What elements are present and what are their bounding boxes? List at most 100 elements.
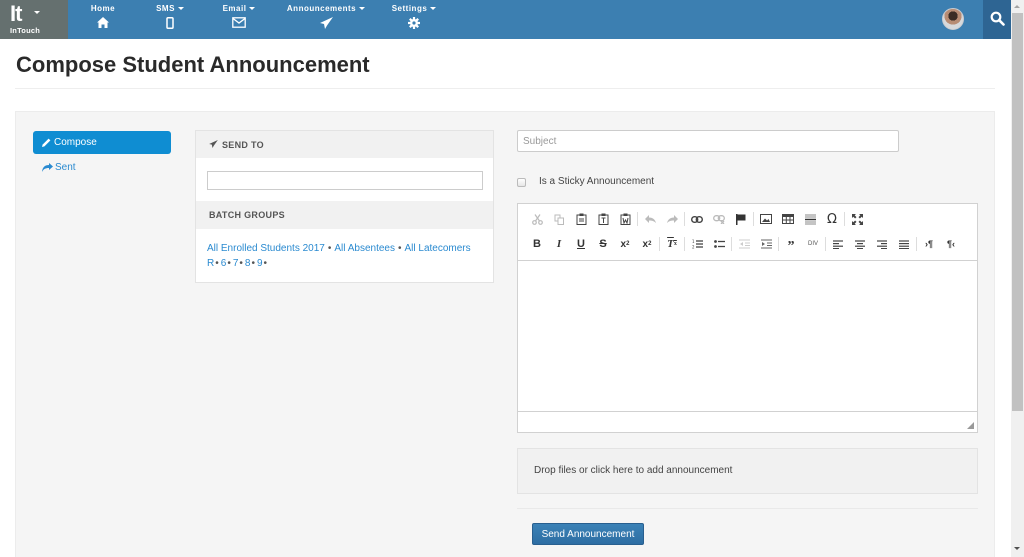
chevron-down-icon <box>177 7 184 11</box>
batch-group-link[interactable]: All Enrolled Students 2017 <box>207 243 325 254</box>
subject-input[interactable] <box>517 130 899 152</box>
separator: • <box>251 258 255 269</box>
nav-email-label: Email <box>222 4 247 13</box>
special-char-omega-icon[interactable]: Ω <box>821 211 843 227</box>
numbered-list-icon[interactable]: 12 <box>686 236 708 252</box>
nav-settings[interactable]: Settings <box>388 0 440 39</box>
send-to-header: SEND TO <box>196 131 493 158</box>
title-divider <box>15 88 995 89</box>
scroll-up-arrow-icon[interactable] <box>1014 5 1020 8</box>
paste-icon[interactable] <box>570 211 592 227</box>
link-icon[interactable] <box>686 211 708 227</box>
nav-home[interactable]: Home <box>86 0 120 39</box>
italic-icon[interactable]: I <box>548 236 570 252</box>
undo-icon[interactable] <box>639 211 661 227</box>
editor-toolbar: Ω B I U S x2 x2 Tx 12 ” DIV ›¶ ¶‹ <box>518 204 977 261</box>
file-dropzone[interactable]: Drop files or click here to add announce… <box>517 448 978 494</box>
toolbar-separator <box>778 237 779 251</box>
batch-groups-header: BATCH GROUPS <box>196 201 493 229</box>
horizontal-line-icon[interactable] <box>799 211 821 227</box>
subscript-icon[interactable]: x2 <box>614 236 636 252</box>
sidebar-item-sent[interactable]: Sent <box>33 158 171 178</box>
nav-announcements[interactable]: Announcements <box>280 0 372 39</box>
separator: • <box>239 258 243 269</box>
batch-group-link[interactable]: 7 <box>233 258 239 269</box>
blockquote-icon[interactable]: ” <box>780 236 802 254</box>
svg-text:2: 2 <box>692 245 695 250</box>
text-direction-ltr-icon[interactable]: ›¶ <box>918 236 940 252</box>
remove-format-icon[interactable]: Tx <box>661 236 683 252</box>
bold-icon[interactable]: B <box>526 236 548 252</box>
strikethrough-icon[interactable]: S <box>592 236 614 252</box>
align-left-icon[interactable] <box>827 236 849 252</box>
batch-group-link[interactable]: All Latecomers <box>405 243 471 254</box>
cut-icon[interactable] <box>526 211 548 227</box>
send-announcement-button[interactable]: Send Announcement <box>532 523 644 545</box>
nav-settings-label: Settings <box>391 4 428 13</box>
text-direction-rtl-icon[interactable]: ¶‹ <box>940 236 962 252</box>
page-scrollbar[interactable] <box>1011 0 1024 557</box>
gear-icon <box>408 17 420 29</box>
indent-icon[interactable] <box>755 236 777 252</box>
brand-caret-icon <box>34 11 40 14</box>
dropzone-text: Drop files or click here to add announce… <box>534 465 733 476</box>
justify-icon[interactable] <box>893 236 915 252</box>
nav-email[interactable]: Email <box>217 0 261 39</box>
paste-text-icon[interactable] <box>592 211 614 227</box>
batch-group-link[interactable]: 9 <box>257 258 263 269</box>
batch-group-link[interactable]: All Absentees <box>334 243 395 254</box>
chevron-down-icon <box>430 7 437 11</box>
toolbar-separator <box>753 212 754 226</box>
search-icon <box>990 11 1005 26</box>
nav-sms[interactable]: SMS <box>152 0 188 39</box>
batch-group-link[interactable]: 6 <box>221 258 227 269</box>
editor-content-area[interactable] <box>518 262 977 410</box>
toolbar-separator <box>684 212 685 226</box>
home-icon <box>97 17 109 28</box>
scroll-down-arrow-icon[interactable] <box>1014 547 1020 550</box>
separator: • <box>397 243 402 254</box>
envelope-icon <box>232 17 246 28</box>
brand-menu[interactable]: It InTouch <box>0 0 68 39</box>
separator: • <box>263 258 268 269</box>
separator: • <box>215 258 219 269</box>
bulleted-list-icon[interactable] <box>708 236 730 252</box>
align-right-icon[interactable] <box>871 236 893 252</box>
share-icon <box>42 163 53 172</box>
scrollbar-thumb[interactable] <box>1012 13 1023 411</box>
recipient-input[interactable] <box>207 171 483 190</box>
toolbar-separator <box>684 237 685 251</box>
unlink-icon[interactable] <box>708 211 730 227</box>
sidebar-item-compose[interactable]: Compose <box>33 131 171 154</box>
batch-group-link[interactable]: 8 <box>245 258 251 269</box>
user-avatar[interactable] <box>942 8 964 30</box>
create-div-icon[interactable]: DIV <box>802 236 824 252</box>
toolbar-separator <box>916 237 917 251</box>
paper-plane-icon <box>319 17 333 29</box>
sticky-checkbox[interactable] <box>517 178 526 187</box>
superscript-icon[interactable]: x2 <box>636 236 658 252</box>
batch-group-link[interactable]: R <box>207 258 214 269</box>
outdent-icon[interactable] <box>733 236 755 252</box>
toolbar-separator <box>825 237 826 251</box>
toolbar-separator <box>844 212 845 226</box>
send-to-panel: SEND TO BATCH GROUPS All Enrolled Studen… <box>195 130 494 283</box>
nav-home-label: Home <box>90 4 116 13</box>
toolbar-separator <box>731 237 732 251</box>
batch-group-list: All Enrolled Students 2017 • All Absentees… <box>207 241 487 271</box>
maximize-icon[interactable] <box>846 211 868 227</box>
sticky-label[interactable]: Is a Sticky Announcement <box>539 176 654 187</box>
nav-sms-label: SMS <box>156 4 175 13</box>
send-to-title: SEND TO <box>222 140 264 150</box>
redo-icon[interactable] <box>661 211 683 227</box>
copy-icon[interactable] <box>548 211 570 227</box>
anchor-flag-icon[interactable] <box>730 211 752 227</box>
paste-from-word-icon[interactable] <box>614 211 636 227</box>
align-center-icon[interactable] <box>849 236 871 252</box>
underline-icon[interactable]: U <box>570 236 592 252</box>
resize-grip-icon[interactable] <box>967 422 974 429</box>
search-button[interactable] <box>983 0 1011 39</box>
image-icon[interactable] <box>755 211 777 227</box>
table-icon[interactable] <box>777 211 799 227</box>
brand-name: InTouch <box>10 26 41 35</box>
